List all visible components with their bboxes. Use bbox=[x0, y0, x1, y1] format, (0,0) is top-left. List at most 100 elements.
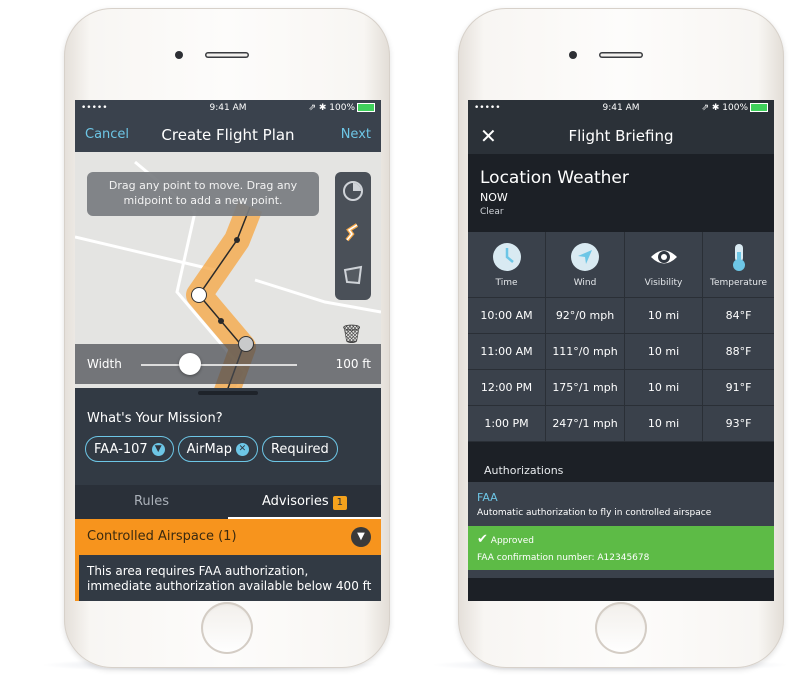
chevron-down-icon[interactable]: ▼ bbox=[351, 527, 371, 547]
earpiece-speaker bbox=[599, 52, 643, 58]
width-slider[interactable] bbox=[141, 364, 297, 366]
status-label: Approved bbox=[490, 536, 534, 546]
controlled-airspace-row[interactable]: Controlled Airspace (1) ▼ bbox=[75, 519, 381, 555]
tab-advisories[interactable]: Advisories 1 bbox=[228, 485, 381, 519]
weather-cell: 92°/0 mph bbox=[546, 298, 625, 334]
checkmark-icon: ✔ bbox=[477, 532, 488, 547]
page-title: Flight Briefing bbox=[568, 127, 674, 145]
weather-cell: 11:00 AM bbox=[468, 334, 546, 370]
weather-cell: 175°/1 mph bbox=[546, 370, 625, 406]
battery-indicator: ⇗ ✱ 100% bbox=[308, 103, 375, 113]
page-title: Create Flight Plan bbox=[161, 126, 295, 144]
weather-cell: 10 mi bbox=[625, 406, 703, 442]
battery-indicator: ⇗ ✱ 100% bbox=[701, 103, 768, 113]
chip-faa-107[interactable]: FAA-107 ▼ bbox=[85, 436, 174, 462]
route-point[interactable] bbox=[238, 336, 254, 352]
clock-icon bbox=[492, 243, 521, 271]
authority-name: FAA bbox=[477, 491, 498, 504]
route-midpoint[interactable] bbox=[218, 318, 224, 324]
weather-cell: 10 mi bbox=[625, 370, 703, 406]
column-label: Wind bbox=[573, 278, 597, 288]
tab-label: Advisories bbox=[261, 494, 329, 509]
tab-rules[interactable]: Rules bbox=[75, 485, 228, 519]
weather-cell: 93°F bbox=[703, 406, 774, 442]
next-button[interactable]: Next bbox=[341, 127, 371, 142]
width-control: Width 100 ft bbox=[75, 336, 381, 384]
faa-authorization-card[interactable]: FAA Automatic authorization to fly in co… bbox=[468, 482, 774, 526]
weather-cell: 12:00 PM bbox=[468, 370, 546, 406]
weather-cell: 247°/1 mph bbox=[546, 406, 625, 442]
width-value: 100 ft bbox=[335, 357, 371, 371]
nav-bar: ✕ Flight Briefing bbox=[468, 118, 774, 154]
home-button[interactable] bbox=[595, 602, 647, 654]
advisory-accent-bar bbox=[75, 555, 79, 601]
screen-create-flight-plan: ••••• 9:41 AM ⇗ ✱ 100% Cancel Create Fli… bbox=[75, 100, 381, 601]
weather-cell: 10:00 AM bbox=[468, 298, 546, 334]
weather-table: Time Wind Visibility Temperature 10:00 A… bbox=[468, 232, 774, 442]
phone-right: ••••• 9:41 AM ⇗ ✱ 100% ✕ Flight Briefing… bbox=[458, 8, 784, 668]
authorizations-heading: Authorizations bbox=[484, 464, 564, 477]
path-tool-icon[interactable] bbox=[342, 222, 364, 244]
screen-flight-briefing: ••••• 9:41 AM ⇗ ✱ 100% ✕ Flight Briefing… bbox=[468, 100, 774, 601]
mission-heading: What's Your Mission? bbox=[87, 411, 223, 426]
route-midpoint[interactable] bbox=[234, 237, 240, 243]
weather-cell: 1:00 PM bbox=[468, 406, 546, 442]
approved-status: ✔ Approved bbox=[477, 532, 534, 547]
status-bar: ••••• 9:41 AM ⇗ ✱ 100% bbox=[75, 100, 381, 118]
mission-chips: FAA-107 ▼ AirMap ✕ Required bbox=[85, 436, 381, 464]
chip-label: FAA-107 bbox=[94, 442, 148, 457]
width-slider-handle[interactable] bbox=[179, 353, 201, 375]
chip-label: Required bbox=[270, 442, 329, 457]
sheet-drag-handle[interactable] bbox=[198, 391, 258, 395]
column-header-temperature: Temperature bbox=[703, 232, 774, 298]
front-camera bbox=[175, 51, 183, 59]
earpiece-speaker bbox=[205, 52, 249, 58]
map-tooltip: Drag any point to move. Drag any midpoin… bbox=[87, 172, 319, 216]
confirmation-number: FAA confirmation number: A12345678 bbox=[477, 553, 650, 563]
weather-cell: 88°F bbox=[703, 334, 774, 370]
location-weather-header: Location Weather NOW Clear bbox=[468, 154, 774, 232]
route-point[interactable] bbox=[191, 287, 207, 303]
polygon-tool-icon[interactable] bbox=[342, 264, 364, 286]
weather-cell: 10 mi bbox=[625, 334, 703, 370]
thermometer-icon bbox=[732, 244, 745, 271]
authorizations-section: Authorizations FAA Automatic authorizati… bbox=[468, 442, 774, 601]
chip-airmap[interactable]: AirMap ✕ bbox=[177, 436, 258, 462]
home-button[interactable] bbox=[201, 602, 253, 654]
width-label: Width bbox=[87, 357, 122, 371]
column-label: Visibility bbox=[644, 278, 683, 288]
trash-icon[interactable]: 🗑 bbox=[340, 324, 363, 345]
front-camera bbox=[569, 51, 577, 59]
weather-cell: 10 mi bbox=[625, 298, 703, 334]
advisory-title: Controlled Airspace (1) bbox=[87, 529, 237, 544]
column-header-time: Time bbox=[468, 232, 546, 298]
approval-status-banner: ✔ Approved FAA confirmation number: A123… bbox=[468, 526, 774, 570]
authorization-description: Automatic authorization to fly in contro… bbox=[477, 508, 712, 518]
weather-cell: 91°F bbox=[703, 370, 774, 406]
wind-direction-icon bbox=[571, 243, 599, 271]
chip-label: AirMap bbox=[186, 442, 232, 457]
mission-sheet: What's Your Mission? FAA-107 ▼ AirMap ✕ Requ… bbox=[75, 388, 381, 601]
nav-bar: Cancel Create Flight Plan Next bbox=[75, 118, 381, 152]
map-view[interactable]: Drag any point to move. Drag any midpoin… bbox=[75, 152, 381, 402]
drawing-toolbar bbox=[335, 172, 371, 300]
weather-cell: 111°/0 mph bbox=[546, 334, 625, 370]
weather-time-label: NOW bbox=[480, 191, 508, 204]
close-icon[interactable]: ✕ bbox=[235, 443, 249, 456]
column-label: Temperature bbox=[709, 278, 767, 288]
chevron-down-icon: ▼ bbox=[151, 443, 165, 456]
column-header-visibility: Visibility bbox=[625, 232, 703, 298]
advisory-count-badge: 1 bbox=[332, 496, 348, 510]
status-bar: ••••• 9:41 AM ⇗ ✱ 100% bbox=[468, 100, 774, 118]
eye-icon bbox=[650, 250, 677, 264]
column-label: Time bbox=[495, 278, 518, 288]
bottom-strip bbox=[468, 570, 774, 578]
column-header-wind: Wind bbox=[546, 232, 625, 298]
weather-condition: Clear bbox=[480, 207, 504, 217]
advisory-body: This area requires FAA authorization, im… bbox=[87, 564, 372, 593]
tab-bar: Rules Advisories 1 bbox=[75, 485, 381, 519]
circle-tool-icon[interactable] bbox=[342, 180, 364, 202]
location-weather-title: Location Weather bbox=[480, 168, 629, 188]
phone-left: ••••• 9:41 AM ⇗ ✱ 100% Cancel Create Fli… bbox=[64, 8, 390, 668]
chip-required[interactable]: Required bbox=[261, 436, 338, 462]
